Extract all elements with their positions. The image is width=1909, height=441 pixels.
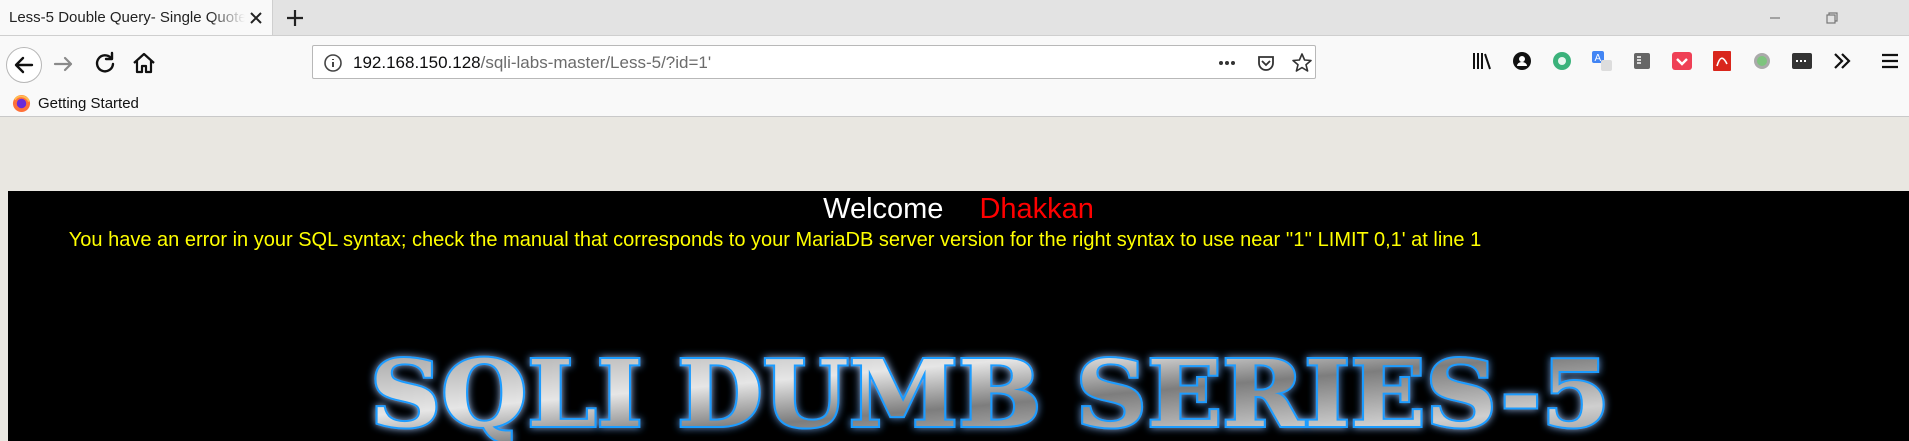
page-actions-icon[interactable] [1216, 52, 1238, 74]
url-path: /sqli-labs-master/Less-5/?id=1' [480, 53, 712, 72]
url-text: 192.168.150.128/sqli-labs-master/Less-5/… [353, 53, 711, 73]
account-icon[interactable] [1509, 48, 1535, 74]
welcome-line: Welcome Dhakkan [8, 193, 1909, 226]
pocket-save-icon[interactable] [1669, 48, 1695, 74]
extension-green-icon[interactable] [1549, 48, 1575, 74]
navigation-toolbar: 192.168.150.128/sqli-labs-master/Less-5/… [0, 36, 1909, 90]
extension-dark-icon[interactable] [1789, 48, 1815, 74]
restore-icon[interactable] [1821, 7, 1843, 29]
page-content: Welcome Dhakkan You have an error in your… [8, 191, 1909, 441]
back-button[interactable] [6, 47, 42, 83]
address-bar[interactable]: 192.168.150.128/sqli-labs-master/Less-5/… [312, 45, 1316, 79]
new-tab-icon[interactable] [284, 7, 306, 29]
banner-text: SQLI DUMB SERIES-5 [370, 340, 1610, 441]
home-icon[interactable] [129, 48, 159, 78]
tab-title: Less-5 Double Query- Single Quotes- Stri… [9, 9, 245, 26]
pocket-icon[interactable] [1255, 52, 1277, 74]
overflow-chevron-icon[interactable] [1829, 48, 1855, 74]
firefox-icon [12, 94, 31, 112]
library-icon[interactable] [1469, 48, 1495, 74]
bookmarks-toolbar: Getting Started [0, 90, 1909, 117]
reload-icon[interactable] [90, 48, 120, 78]
extension-dot-icon[interactable] [1749, 48, 1775, 74]
site-info-icon[interactable] [322, 52, 344, 74]
sql-error-message: You have an error in your SQL syntax; ch… [68, 229, 1482, 251]
bookmark-label: Getting Started [38, 94, 139, 112]
svg-text:A: A [1595, 53, 1602, 64]
browser-tab[interactable]: Less-5 Double Query- Single Quotes- Stri… [0, 0, 273, 35]
pdf-icon[interactable] [1709, 48, 1735, 74]
forward-arrow-icon[interactable] [49, 49, 79, 79]
reader-icon[interactable] [1629, 48, 1655, 74]
menu-icon[interactable] [1877, 48, 1903, 74]
url-host: 192.168.150.128 [353, 53, 481, 72]
bookmark-star-icon[interactable] [1291, 52, 1313, 74]
welcome-name: Dhakkan [979, 193, 1094, 225]
close-tab-icon[interactable] [246, 8, 266, 28]
minimize-icon[interactable] [1764, 7, 1786, 29]
welcome-text: Welcome [823, 193, 944, 225]
sqli-dumb-series-banner: SQLI DUMB SERIES-5 [368, 338, 1612, 441]
translate-icon[interactable]: A [1589, 48, 1615, 74]
bookmark-getting-started[interactable]: Getting Started [12, 91, 139, 115]
tab-strip: Less-5 Double Query- Single Quotes- Stri… [0, 0, 1909, 36]
back-arrow-icon [14, 56, 34, 74]
